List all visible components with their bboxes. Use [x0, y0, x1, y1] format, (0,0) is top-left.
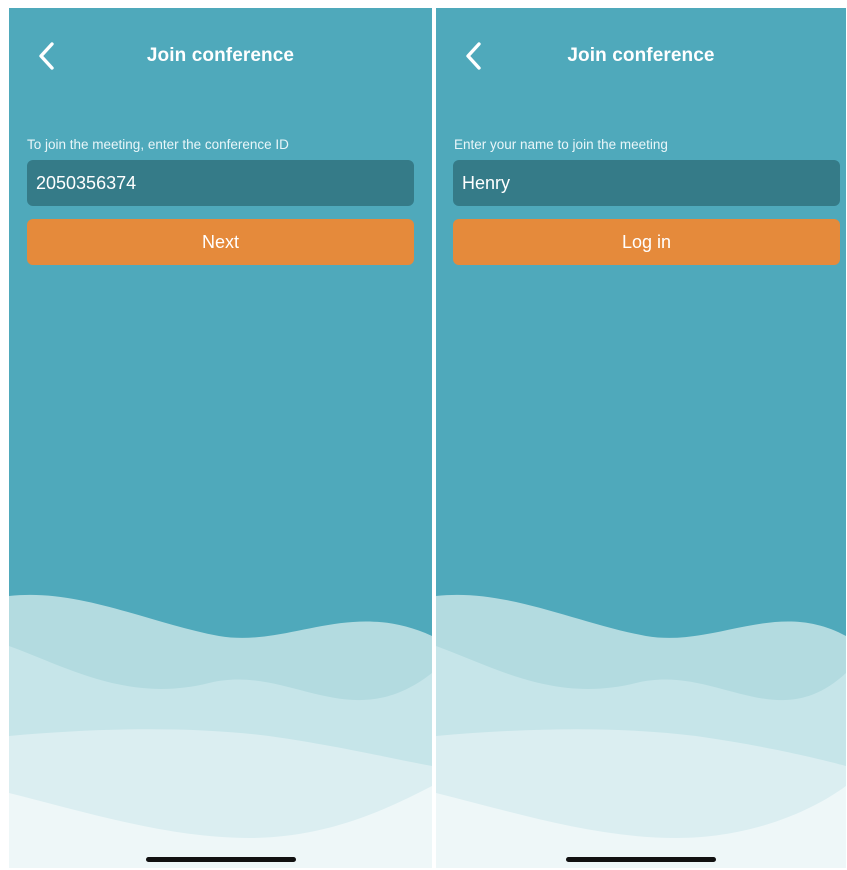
conference-id-input[interactable]: [27, 160, 414, 206]
page-title: Join conference: [567, 45, 715, 66]
next-button[interactable]: Next: [27, 219, 414, 265]
join-name-screen: Join conference Enter your name to join …: [436, 8, 846, 868]
comparison-canvas: Join conference To join the meeting, ent…: [0, 0, 847, 870]
name-input[interactable]: [453, 160, 840, 206]
name-prompt: Enter your name to join the meeting: [454, 137, 668, 152]
home-indicator: [145, 857, 296, 862]
page-title: Join conference: [146, 45, 295, 66]
log-in-button[interactable]: Log in: [453, 219, 840, 265]
wave-background: [9, 594, 432, 868]
conference-id-prompt: To join the meeting, enter the conferenc…: [27, 137, 289, 152]
wave-background: [436, 594, 846, 868]
join-conference-id-screen: Join conference To join the meeting, ent…: [9, 8, 432, 868]
home-indicator: [566, 857, 716, 862]
